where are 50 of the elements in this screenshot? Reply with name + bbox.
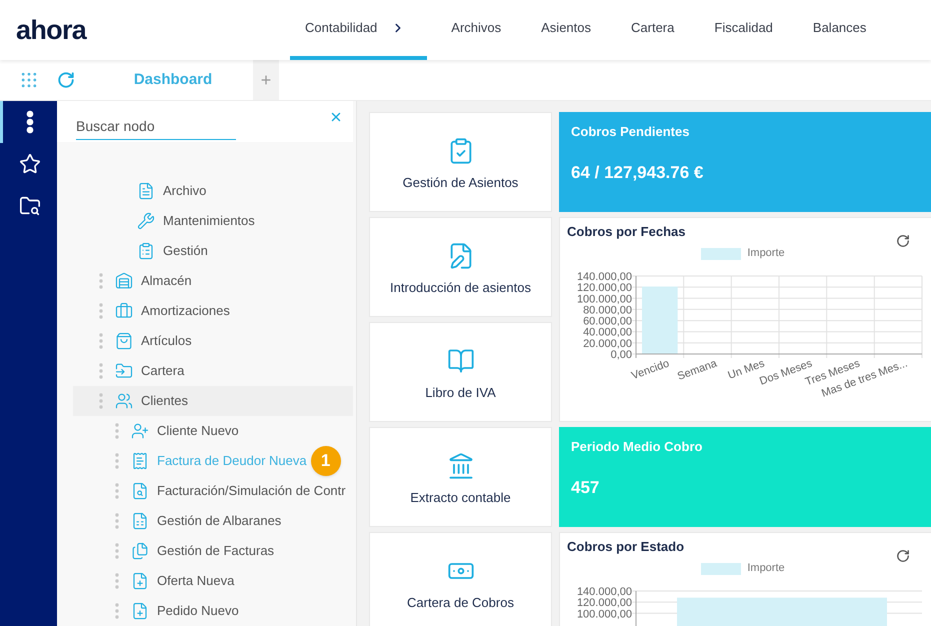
search-bar[interactable]: Buscar nodo xyxy=(57,101,353,142)
y-tick-label: 20.000,00 xyxy=(583,337,632,350)
legend-label: Importe xyxy=(747,561,785,576)
nav-tab[interactable]: Contabilidad xyxy=(290,0,428,60)
kpi-title: Periodo Medio Cobro xyxy=(571,438,704,456)
y-tick-label: 100.000,00 xyxy=(576,608,632,620)
tree-item[interactable]: Gestión xyxy=(73,236,208,266)
tree-item[interactable]: Cartera xyxy=(73,356,184,386)
tree-item[interactable]: Almacén xyxy=(73,266,192,296)
y-tick-label: 60.000,00 xyxy=(583,315,632,328)
y-tick-label: 120.000,00 xyxy=(576,282,632,294)
shortcut-tile[interactable]: Libro de IVA xyxy=(369,322,552,422)
chart-title: Cobros por Estado xyxy=(567,538,684,556)
logo: ahora xyxy=(16,14,86,47)
y-tick-label: 140.000,00 xyxy=(576,586,632,598)
tree-item[interactable]: Gestión de Facturas xyxy=(73,536,274,566)
shortcut-tile[interactable]: Gestión de Asientos xyxy=(369,112,552,212)
nav-tab[interactable]: Cartera xyxy=(607,0,690,60)
tree-item[interactable]: Oferta Nueva xyxy=(73,566,234,596)
tree-item[interactable]: Mantenimientos xyxy=(73,206,255,236)
kpi-title: Cobros Pendientes xyxy=(571,123,690,141)
tree-item[interactable]: Artículos xyxy=(73,326,192,356)
y-tick-label: 0,00 xyxy=(610,348,632,360)
nav-tab[interactable]: Fiscalidad xyxy=(690,0,789,60)
x-tick-label: Semana xyxy=(676,357,719,382)
nav-tab[interactable]: Asientos xyxy=(517,0,608,60)
y-tick-label: 80.000,00 xyxy=(583,304,632,316)
nav-tab[interactable]: Balances xyxy=(788,0,882,60)
tree-item[interactable]: Cliente Nuevo xyxy=(73,416,239,446)
y-tick-label: 140.000,00 xyxy=(576,270,632,282)
legend-label: Importe xyxy=(747,246,785,262)
tree-item[interactable]: Facturación/Simulación de Contr xyxy=(73,476,346,506)
tree-item[interactable]: Archivo xyxy=(73,176,206,206)
y-tick-label: 40.000,00 xyxy=(583,326,632,338)
tree-item[interactable]: Amortizaciones xyxy=(73,296,230,326)
search-field[interactable]: Buscar nodo xyxy=(76,116,236,140)
shortcut-tile[interactable]: Cartera de Cobros xyxy=(369,532,552,626)
chart-title: Cobros por Fechas xyxy=(567,223,686,241)
tree-item[interactable]: Gestión de Albaranes xyxy=(73,506,282,536)
step-badge: 1 xyxy=(310,446,341,476)
shortcut-tile[interactable]: Extracto contable xyxy=(369,427,552,527)
shortcut-tile[interactable]: Introducción de asientos xyxy=(369,217,552,317)
y-tick-label: 120.000,00 xyxy=(576,596,632,609)
nav-tab[interactable]: Archivos xyxy=(427,0,518,60)
x-tick-label: Vencido xyxy=(630,357,671,382)
kpi-value: 64 / 127,943.76 € xyxy=(571,162,704,184)
kpi-value: 457 xyxy=(571,476,600,498)
y-tick-label: 100.000,00 xyxy=(576,292,632,305)
tree-item[interactable]: Pedido Nuevo xyxy=(73,596,239,626)
tree-item[interactable]: Clientes xyxy=(73,386,353,416)
